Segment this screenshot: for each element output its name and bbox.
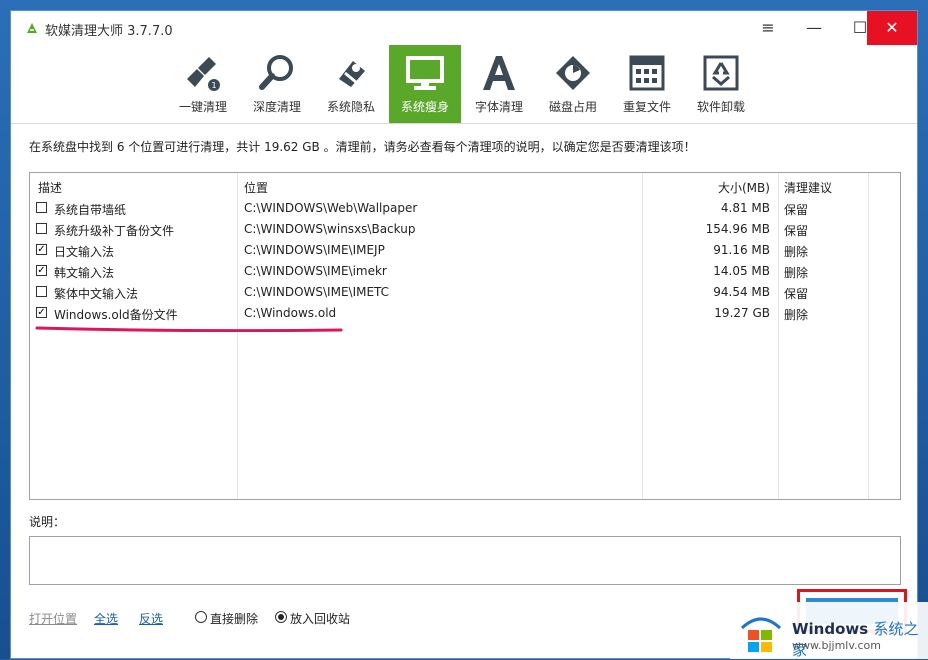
tool-duplicate-files[interactable]: 重复文件 <box>611 45 683 123</box>
open-location-link[interactable]: 打开位置 <box>29 610 77 627</box>
radio-direct-delete-label[interactable]: 直接删除 <box>210 610 258 627</box>
row-advice: 保留 <box>784 224 809 238</box>
windows-logo-icon <box>740 617 782 652</box>
row-advice: 删除 <box>784 266 809 280</box>
table-row[interactable]: ✓ 日文输入法 C:\WINDOWS\IME\IMEJP 91.16 MB 删除 <box>30 240 900 261</box>
tool-label: 深度清理 <box>252 100 301 114</box>
watermark-url: www.bjjmlv.com <box>792 639 881 652</box>
app-window: 软媒清理大师 3.7.7.0 ≡ — ☐ ✕ 1 一键清理 深度清理 系统隐私 … <box>10 10 918 659</box>
menu-button[interactable]: ≡ <box>745 11 791 45</box>
svg-text:1: 1 <box>211 81 216 90</box>
tool-label: 字体清理 <box>474 100 523 114</box>
row-path: C:\WINDOWS\Web\Wallpaper <box>244 201 418 215</box>
cleanup-table: 描述 位置 大小(MB) 清理建议 系统自带墙纸 C:\WINDOWS\Web\… <box>29 172 901 500</box>
description-label: 说明： <box>29 515 66 529</box>
row-checkbox[interactable] <box>36 286 47 297</box>
calendar-grid-icon <box>629 55 665 91</box>
toolbar-divider <box>11 123 917 124</box>
row-checkbox[interactable]: ✓ <box>36 265 47 276</box>
table-row[interactable]: 繁体中文输入法 C:\WINDOWS\IME\IMETC 94.54 MB 保留 <box>30 282 900 303</box>
tool-software-uninstall[interactable]: 软件卸载 <box>685 45 757 123</box>
minimize-button[interactable]: — <box>791 11 837 45</box>
row-size: 94.54 MB <box>713 285 770 299</box>
row-checkbox[interactable] <box>36 223 47 234</box>
tool-one-click-clean[interactable]: 1 一键清理 <box>167 45 239 123</box>
table-row[interactable]: 系统升级补丁备份文件 C:\WINDOWS\winsxs\Backup 154.… <box>30 219 900 240</box>
close-button[interactable]: ✕ <box>867 11 917 45</box>
radio-selected-dot <box>278 614 284 620</box>
menu-icon: ≡ <box>761 18 775 37</box>
tool-label: 磁盘占用 <box>548 100 597 114</box>
row-size: 19.27 GB <box>714 306 770 320</box>
tool-system-privacy[interactable]: 系统隐私 <box>315 45 387 123</box>
row-path: C:\WINDOWS\IME\imekr <box>244 264 387 278</box>
main-toolbar: 1 一键清理 深度清理 系统隐私 系统瘦身 字体清理 磁盘占用 重复文件 软件卸… <box>11 45 917 123</box>
recycle-icon <box>703 55 739 91</box>
scan-summary: 在系统盘中找到 6 个位置可进行清理，共计 19.62 GB 。清理前，请务必查… <box>29 140 696 154</box>
row-path: C:\WINDOWS\IME\IMEJP <box>244 243 385 257</box>
tool-system-slim[interactable]: 系统瘦身 <box>389 45 461 123</box>
row-checkbox[interactable] <box>36 202 47 213</box>
monitor-icon <box>406 56 444 90</box>
row-advice: 保留 <box>784 203 809 217</box>
row-checkbox[interactable]: ✓ <box>36 244 47 255</box>
maximize-icon: ☐ <box>852 18 868 37</box>
header-desc[interactable]: 描述 <box>38 179 62 196</box>
tool-label: 软件卸载 <box>696 100 745 114</box>
row-size: 154.96 MB <box>705 222 770 236</box>
window-title: 软媒清理大师 3.7.7.0 <box>45 24 173 39</box>
header-size[interactable]: 大小(MB) <box>718 179 770 196</box>
magnifier-icon <box>259 55 293 90</box>
title-bar: 软媒清理大师 3.7.7.0 ≡ — ☐ ✕ <box>11 11 917 45</box>
select-all-link[interactable]: 全选 <box>94 610 118 627</box>
row-desc: 日文输入法 <box>54 245 115 259</box>
table-row[interactable]: ✓ Windows.old备份文件 C:\Windows.old 19.27 G… <box>30 303 900 324</box>
radio-recycle-bin[interactable] <box>275 611 287 623</box>
radio-direct-delete[interactable] <box>195 611 207 623</box>
row-path: C:\WINDOWS\winsxs\Backup <box>244 222 416 236</box>
row-path: C:\WINDOWS\IME\IMETC <box>244 285 390 299</box>
description-box <box>29 536 901 585</box>
close-icon: ✕ <box>885 18 899 37</box>
row-desc: 繁体中文输入法 <box>54 287 139 301</box>
row-size: 14.05 MB <box>713 264 770 278</box>
tool-font-clean[interactable]: 字体清理 <box>463 45 535 123</box>
row-size: 4.81 MB <box>720 201 770 215</box>
broom-icon: 1 <box>187 57 220 91</box>
row-desc: 系统自带墙纸 <box>54 203 127 217</box>
site-watermark: Windows 系统之家 www.bjjmlv.com <box>730 602 928 659</box>
disk-chart-icon <box>556 56 590 90</box>
minimize-icon: — <box>806 18 822 37</box>
header-path[interactable]: 位置 <box>244 179 268 196</box>
table-row[interactable]: 系统自带墙纸 C:\WINDOWS\Web\Wallpaper 4.81 MB … <box>30 198 900 219</box>
row-advice: 删除 <box>784 308 809 322</box>
row-checkbox[interactable]: ✓ <box>36 307 47 318</box>
row-desc: 韩文输入法 <box>54 266 115 280</box>
watermark-brand-en: Windows <box>792 620 869 638</box>
radio-recycle-bin-label[interactable]: 放入回收站 <box>290 610 350 627</box>
tool-label: 重复文件 <box>622 100 671 114</box>
app-logo-icon <box>27 23 37 33</box>
row-size: 91.16 MB <box>713 243 770 257</box>
row-advice: 删除 <box>784 245 809 259</box>
highlight-underline <box>35 326 343 332</box>
tool-label: 系统瘦身 <box>400 100 449 114</box>
tool-label: 系统隐私 <box>326 100 375 114</box>
tool-label: 一键清理 <box>178 100 227 114</box>
font-a-icon <box>483 56 515 90</box>
privacy-eraser-icon <box>339 61 365 87</box>
row-desc: 系统升级补丁备份文件 <box>54 224 175 238</box>
header-advice[interactable]: 清理建议 <box>784 179 832 196</box>
tool-disk-usage[interactable]: 磁盘占用 <box>537 45 609 123</box>
tool-deep-clean[interactable]: 深度清理 <box>241 45 313 123</box>
table-row[interactable]: ✓ 韩文输入法 C:\WINDOWS\IME\imekr 14.05 MB 删除 <box>30 261 900 282</box>
row-advice: 保留 <box>784 287 809 301</box>
invert-selection-link[interactable]: 反选 <box>139 610 163 627</box>
row-desc: Windows.old备份文件 <box>54 308 178 322</box>
row-path: C:\Windows.old <box>244 306 337 320</box>
